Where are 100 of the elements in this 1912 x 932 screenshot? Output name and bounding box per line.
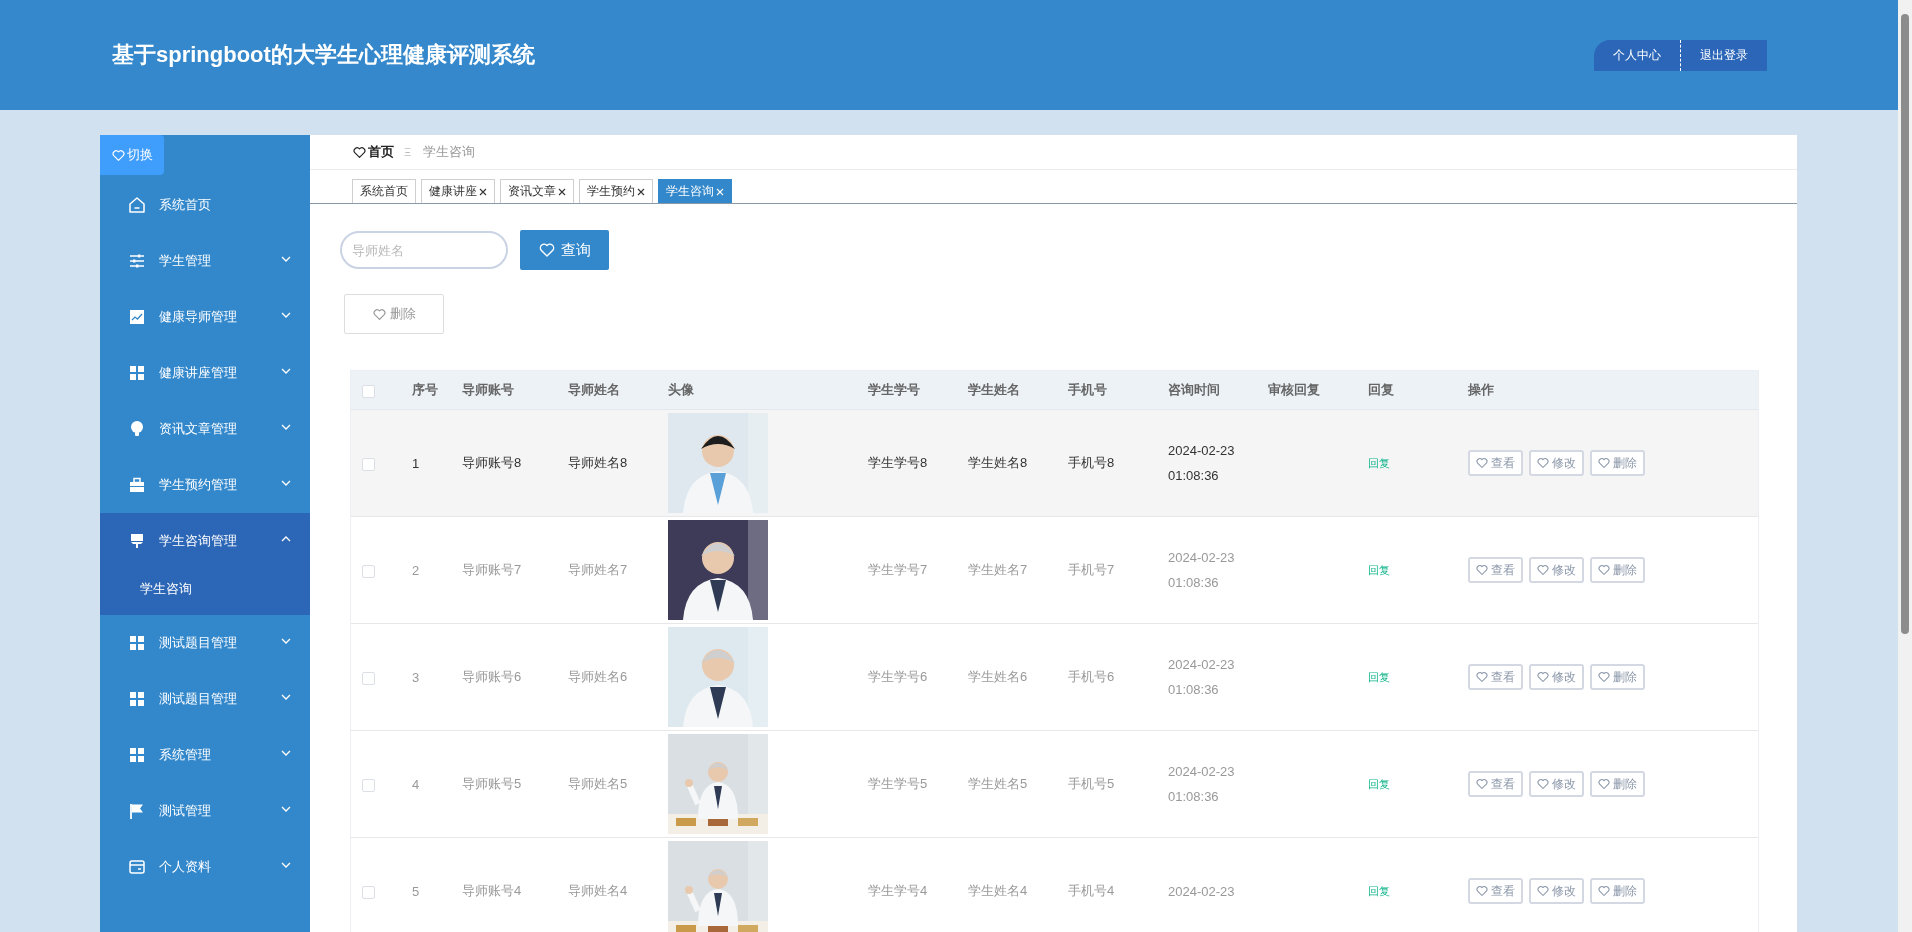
table-cell: 导师账号6 (462, 669, 522, 684)
breadcrumb-separator: Ξ (404, 146, 412, 158)
menu-item[interactable]: 个人资料 (100, 839, 310, 895)
table-cell: 学生姓名6 (968, 669, 1028, 684)
header-button[interactable]: 退出登录 (1681, 39, 1767, 71)
tab[interactable]: 学生咨询 (658, 179, 732, 203)
column-header: 操作 (1468, 382, 1494, 397)
menu-label: 资讯文章管理 (159, 420, 237, 438)
column-header: 咨询时间 (1168, 382, 1220, 397)
menu-item[interactable]: 测试题目管理 (100, 615, 310, 671)
action-button[interactable]: 修改 (1529, 450, 1584, 476)
table-cell: 学生学号6 (868, 669, 928, 684)
reply-link[interactable]: 回复 (1368, 457, 1390, 469)
action-button[interactable]: 修改 (1529, 664, 1584, 690)
table-cell: 学生姓名5 (968, 776, 1028, 791)
table-cell: 导师姓名4 (568, 883, 628, 898)
action-button[interactable]: 查看 (1468, 878, 1523, 904)
action-button[interactable]: 修改 (1529, 878, 1584, 904)
table-cell: 导师姓名8 (568, 455, 628, 470)
tab[interactable]: 健康讲座 (421, 179, 495, 203)
action-button[interactable]: 删除 (1590, 664, 1645, 690)
delete-button[interactable]: 删除 (344, 294, 444, 334)
action-button[interactable]: 删除 (1590, 878, 1645, 904)
column-header: 学生姓名 (968, 382, 1020, 397)
table-cell-text: 2024-02-23 (1168, 882, 1236, 901)
table-cell: 4 (412, 776, 420, 792)
toggle-button[interactable]: 切换 (100, 135, 164, 175)
table-cell: 导师姓名6 (568, 669, 628, 684)
table-cell: 学生学号4 (868, 883, 928, 898)
tab[interactable]: 系统首页 (352, 179, 416, 203)
table-cell: 1 (412, 455, 420, 471)
header-button[interactable]: 个人中心 (1594, 39, 1681, 71)
menu-item[interactable]: 学生管理 (100, 233, 310, 289)
reply-link[interactable]: 回复 (1368, 564, 1390, 576)
reply-link[interactable]: 回复 (1368, 778, 1390, 790)
table-cell-text: 2024-02-23 01:08:36 (1168, 763, 1236, 806)
action-button[interactable]: 修改 (1529, 557, 1584, 583)
table-cell: 学生学号7 (868, 562, 928, 577)
menu-label: 学生预约管理 (159, 476, 237, 494)
menu-item[interactable]: 系统管理 (100, 727, 310, 783)
action-button[interactable]: 查看 (1468, 450, 1523, 476)
reply-link[interactable]: 回复 (1368, 885, 1390, 897)
reply-link[interactable]: 回复 (1368, 671, 1390, 683)
column-header: 手机号 (1068, 382, 1107, 397)
table-cell: 导师账号8 (462, 455, 522, 470)
menu-label: 健康讲座管理 (159, 364, 237, 382)
table-cell: 学生姓名7 (968, 562, 1028, 577)
breadcrumb-home[interactable]: 首页 (353, 143, 394, 161)
column-header: 学生学号 (868, 382, 920, 397)
menu-label: 学生管理 (159, 252, 211, 270)
table-cell-text: 2024-02-23 01:08:36 (1168, 442, 1236, 485)
table-cell: 导师账号4 (462, 883, 522, 898)
menu-item[interactable]: 测试题目管理 (100, 671, 310, 727)
table-cell-text: 2024-02-23 01:08:36 (1168, 549, 1236, 592)
table-cell: 手机号7 (1068, 562, 1115, 577)
column-header: 审核回复 (1268, 382, 1320, 397)
table-cell: 5 (412, 883, 420, 899)
search-field[interactable]: 导师姓名 (340, 231, 508, 269)
menu-label: 测试管理 (159, 802, 211, 820)
table-cell: 3 (412, 669, 420, 685)
table-cell: 导师姓名7 (568, 562, 628, 577)
menu-label: 测试题目管理 (159, 634, 237, 652)
tab[interactable]: 学生预约 (579, 179, 653, 203)
column-header: 回复 (1368, 382, 1394, 397)
action-button[interactable]: 查看 (1468, 664, 1523, 690)
menu-label: 系统首页 (159, 196, 211, 214)
tab[interactable]: 资讯文章 (500, 179, 574, 203)
menu-label: 学生咨询管理 (159, 532, 237, 550)
menu-item[interactable]: 健康讲座管理 (100, 345, 310, 401)
breadcrumb-current: 学生咨询 (423, 143, 476, 161)
column-header: 头像 (668, 382, 694, 397)
column-header: 导师姓名 (568, 382, 620, 397)
table-cell: 2 (412, 562, 420, 578)
table-cell: 学生学号8 (868, 455, 928, 470)
column-header: 序号 (412, 382, 438, 397)
site-title: 基于springboot的大学生心理健康评测系统 (112, 41, 535, 69)
action-button[interactable]: 查看 (1468, 557, 1523, 583)
column-header: 导师账号 (462, 382, 514, 397)
table-cell: 学生学号5 (868, 776, 928, 791)
menu-label: 个人资料 (159, 858, 211, 876)
table-cell: 学生姓名4 (968, 883, 1028, 898)
menu-item[interactable]: 学生预约管理 (100, 457, 310, 513)
action-button[interactable]: 删除 (1590, 450, 1645, 476)
table-cell-text: 2024-02-23 01:08:36 (1168, 656, 1236, 699)
table-cell: 导师账号7 (462, 562, 522, 577)
action-button[interactable]: 查看 (1468, 771, 1523, 797)
action-button[interactable]: 删除 (1590, 771, 1645, 797)
menu-item[interactable]: 健康导师管理 (100, 289, 310, 345)
menu-item[interactable]: 资讯文章管理 (100, 401, 310, 457)
search-button[interactable]: 查询 (520, 230, 609, 270)
menu-label: 健康导师管理 (159, 308, 237, 326)
table-cell: 导师姓名5 (568, 776, 628, 791)
table-cell: 手机号8 (1068, 455, 1115, 470)
table-cell: 手机号4 (1068, 883, 1115, 898)
menu-label: 系统管理 (159, 746, 211, 764)
action-button[interactable]: 修改 (1529, 771, 1584, 797)
menu-item[interactable]: 系统首页 (100, 177, 310, 233)
table-cell: 手机号6 (1068, 669, 1115, 684)
action-button[interactable]: 删除 (1590, 557, 1645, 583)
menu-item[interactable]: 测试管理 (100, 783, 310, 839)
